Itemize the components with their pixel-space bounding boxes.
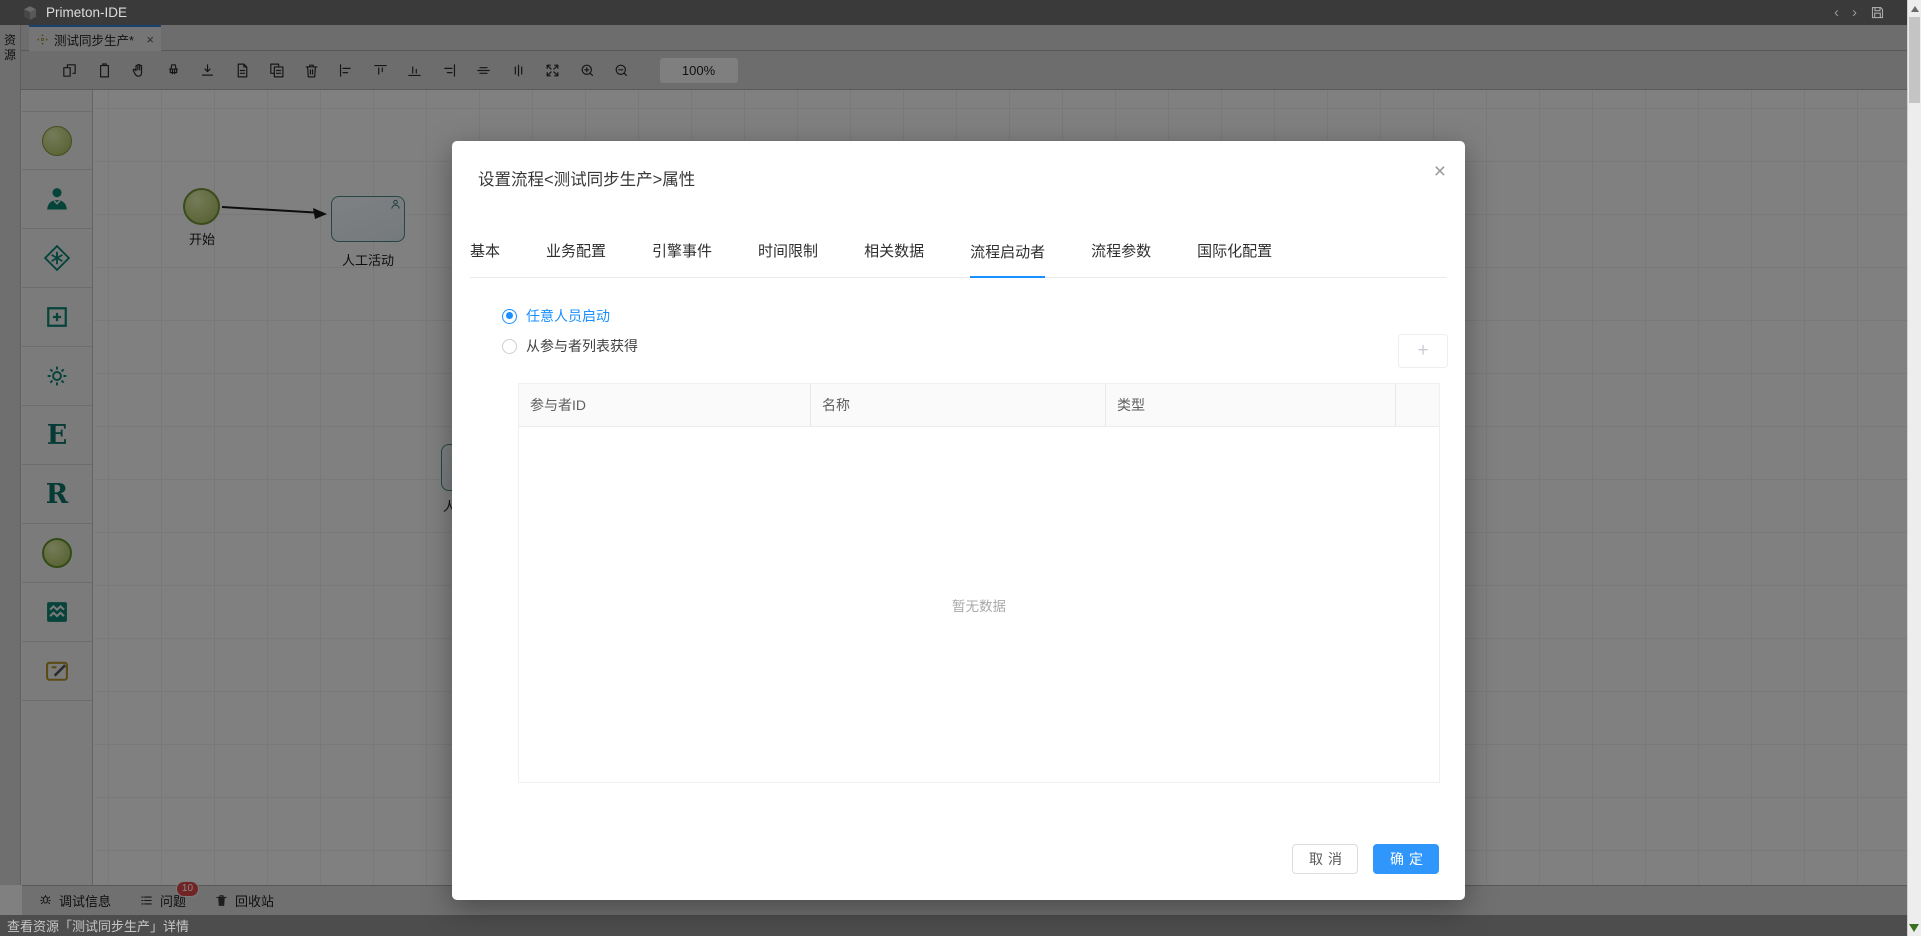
radio-from-participants[interactable]: 从参与者列表获得 [502,336,638,356]
tab-related-data[interactable]: 相关数据 [864,240,924,277]
participants-table: 参与者ID 名称 类型 暂无数据 [518,383,1440,783]
dialog-tabs: 基本 业务配置 引擎事件 时间限制 相关数据 流程启动者 流程参数 国际化配置 [470,229,1447,278]
column-actions [1396,384,1439,426]
radio-unselected-icon[interactable] [502,339,517,354]
process-properties-dialog: 设置流程<测试同步生产>属性 × 基本 业务配置 引擎事件 时间限制 相关数据 … [452,141,1465,900]
nav-back-icon[interactable]: ‹ [1834,0,1839,25]
app-title: Primeton-IDE [46,5,127,20]
column-name: 名称 [811,384,1106,426]
empty-text: 暂无数据 [952,595,1006,615]
tab-business-config[interactable]: 业务配置 [546,240,606,277]
cancel-button[interactable]: 取消 [1292,844,1358,874]
tab-time-limit[interactable]: 时间限制 [758,240,818,277]
dialog-close-icon[interactable]: × [1434,161,1446,182]
scrollbar-thumb[interactable] [1909,17,1920,103]
tab-basic[interactable]: 基本 [470,240,500,277]
titlebar-actions: ‹ › [1834,0,1885,25]
primeton-logo-icon [21,4,39,22]
titlebar: Primeton-IDE ‹ › [0,0,1907,25]
tab-process-starter[interactable]: 流程启动者 [970,241,1045,278]
column-participant-id: 参与者ID [519,384,811,426]
vertical-scrollbar[interactable] [1907,0,1921,936]
nav-forward-icon[interactable]: › [1852,0,1857,25]
column-type: 类型 [1106,384,1396,426]
table-header: 参与者ID 名称 类型 [519,384,1439,427]
dialog-footer: 取消 确定 [1292,844,1439,874]
save-icon[interactable] [1870,5,1885,20]
scroll-down-icon[interactable] [1909,924,1919,932]
radio-from-participants-label: 从参与者列表获得 [526,336,638,356]
dialog-title: 设置流程<测试同步生产>属性 [478,166,695,190]
add-participant-button[interactable]: + [1398,334,1448,368]
app-root: Primeton-IDE ‹ › 资 源 测试同步生产* × [0,0,1921,936]
statusbar: 查看资源「测试同步生产」详情 [0,915,1907,936]
scroll-up-icon[interactable] [1911,6,1919,12]
tab-process-params[interactable]: 流程参数 [1091,240,1151,277]
ok-button[interactable]: 确定 [1373,844,1439,874]
tab-i18n-config[interactable]: 国际化配置 [1197,240,1272,277]
table-empty-state: 暂无数据 [519,427,1439,782]
radio-any-person-label: 任意人员启动 [526,306,610,326]
tab-engine-events[interactable]: 引擎事件 [652,240,712,277]
radio-any-person[interactable]: 任意人员启动 [502,306,610,326]
status-text: 查看资源「测试同步生产」详情 [7,916,189,935]
radio-selected-icon[interactable] [502,309,517,324]
